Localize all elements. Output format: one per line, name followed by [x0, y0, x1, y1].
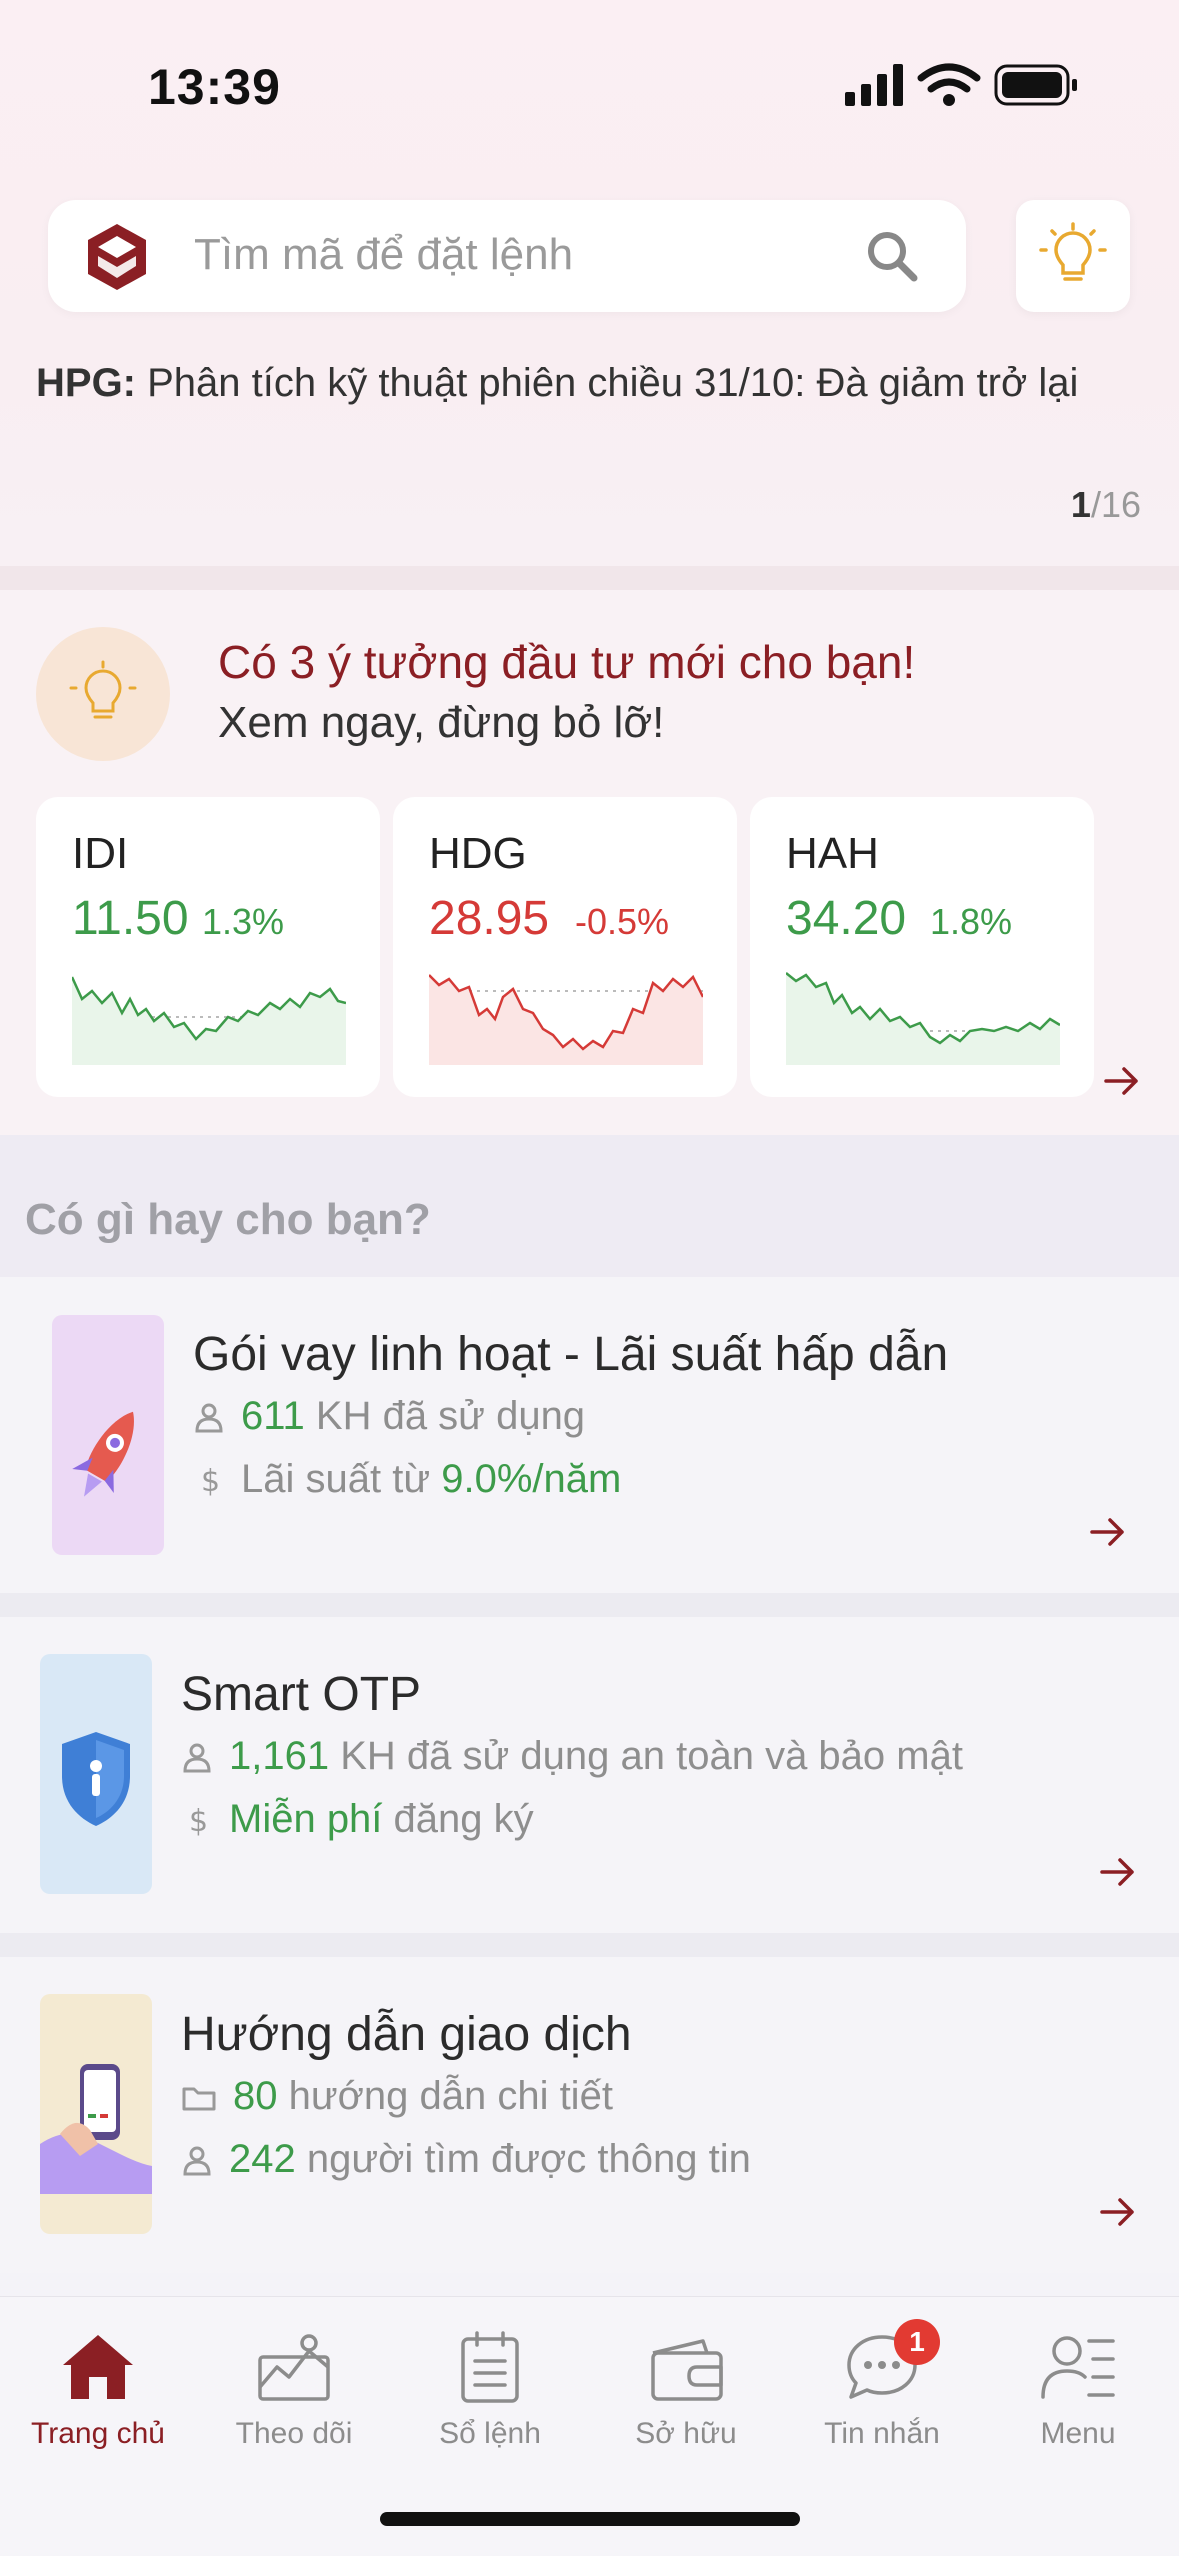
folder-icon: [182, 2087, 216, 2111]
search-bar[interactable]: Tìm mã để đặt lệnh: [48, 200, 966, 312]
signal-icon: [845, 64, 903, 106]
stock-change: -0.5%: [575, 901, 670, 942]
nav-item-order-book[interactable]: Sổ lệnh: [392, 2331, 588, 2481]
nav-label: Tin nhắn: [824, 2417, 940, 2450]
promo-rate-line: $ Lãi suất từ 9.0%/năm: [193, 1457, 621, 1502]
promo-users-count: 242: [229, 2137, 296, 2181]
sparkline-chart: [429, 974, 703, 1065]
rocket-icon: [52, 1315, 164, 1555]
suggestions-title: Có gì hay cho bạn?: [25, 1195, 431, 1244]
stock-code: IDI: [72, 829, 129, 878]
sparkline-chart: [786, 972, 1060, 1065]
ideas-title[interactable]: Có 3 ý tưởng đầu tư mới cho bạn!: [218, 635, 915, 689]
status-icons: [843, 62, 1083, 110]
user-icon: [183, 1743, 211, 1773]
stock-price: 34.20: [786, 892, 907, 945]
search-icon[interactable]: [862, 226, 922, 286]
order-book-icon: [461, 2331, 519, 2403]
stock-change: 1.8%: [930, 901, 1013, 942]
home-indicator: [380, 2512, 800, 2526]
nav-label: Trang chủ: [31, 2417, 165, 2450]
divider: [0, 566, 1179, 590]
phone-guide-icon: [40, 1994, 152, 2234]
stock-code: HDG: [429, 829, 527, 878]
arrow-right-icon[interactable]: [1100, 2197, 1136, 2232]
stock-price: 11.50: [72, 892, 189, 945]
divider: [0, 1593, 1179, 1617]
promo-guides-line: 80 hướng dẫn chi tiết: [181, 2074, 613, 2119]
promo-rate-value: 9.0%/năm: [441, 1457, 622, 1501]
news-title: Phân tích kỹ thuật phiên chiều 31/10: Đà…: [147, 361, 1079, 405]
promo-title: Hướng dẫn giao dịch: [181, 2008, 632, 2061]
shield-icon: [40, 1654, 152, 1894]
promo-fee-value: Miễn phí: [229, 1797, 383, 1841]
stock-card-hdg[interactable]: HDG 28.95 -0.5%: [393, 797, 737, 1097]
news-headline[interactable]: HPG: Phân tích kỹ thuật phiên chiều 31/1…: [36, 352, 1146, 414]
promo-card-loan[interactable]: Gói vay linh hoạt - Lãi suất hấp dẫn 611…: [0, 1277, 1179, 1593]
dollar-icon: $: [189, 1804, 208, 1839]
divider: [0, 1933, 1179, 1957]
dollar-icon: $: [201, 1464, 220, 1499]
ideas-subtitle: Xem ngay, đừng bỏ lỡ!: [218, 698, 665, 747]
nav-item-watchlist[interactable]: Theo dõi: [196, 2331, 392, 2481]
promo-fee-text: đăng ký: [382, 1797, 534, 1841]
nav-label: Sở hữu: [635, 2417, 737, 2450]
promo-guides-text: hướng dẫn chi tiết: [277, 2074, 613, 2118]
user-icon: [195, 1403, 223, 1433]
stock-change: 1.3%: [202, 901, 285, 942]
promo-users-count: 1,161: [229, 1734, 330, 1778]
nav-item-home[interactable]: Trang chủ: [0, 2331, 196, 2481]
promo-fee-line: $ Miễn phí đăng ký: [181, 1797, 534, 1842]
chart-icon: [258, 2334, 330, 2401]
promo-users-line: 1,161 KH đã sử dụng an toàn và bảo mật: [181, 1734, 963, 1779]
promo-card-smart-otp[interactable]: Smart OTP 1,161 KH đã sử dụng an toàn và…: [0, 1617, 1179, 1933]
promo-card-trading-guide[interactable]: Hướng dẫn giao dịch 80 hướng dẫn chi tiế…: [0, 1957, 1179, 2273]
idea-bulb-button[interactable]: [1016, 200, 1130, 312]
promo-users-text: KH đã sử dụng: [304, 1394, 586, 1438]
promo-users-line: 611 KH đã sử dụng: [193, 1394, 585, 1439]
idea-lightbulb-icon: [36, 627, 170, 761]
menu-icon: [1041, 2336, 1115, 2399]
nav-label: Theo dõi: [235, 2417, 353, 2450]
home-icon: [63, 2335, 133, 2399]
arrow-right-icon[interactable]: [1090, 1517, 1126, 1552]
investment-ideas-section: Có 3 ý tưởng đầu tư mới cho bạn! Xem nga…: [0, 590, 1179, 1135]
battery-icon: [994, 64, 1077, 106]
wallet-icon: [651, 2339, 723, 2401]
news-ticker: HPG:: [36, 361, 136, 405]
arrow-right-icon[interactable]: [1104, 1066, 1140, 1101]
stock-card-idi[interactable]: IDI 11.50 1.3%: [36, 797, 380, 1097]
status-time: 13:39: [148, 59, 281, 115]
promo-users-text: KH đã sử dụng an toàn và bảo mật: [329, 1734, 963, 1778]
nav-item-messages[interactable]: 1 Tin nhắn: [784, 2319, 980, 2481]
promo-users-text: người tìm được thông tin: [295, 2137, 751, 2181]
stock-code: HAH: [786, 829, 879, 878]
user-icon: [183, 2146, 211, 2176]
promo-title: Gói vay linh hoạt - Lãi suất hấp dẫn: [193, 1328, 949, 1381]
svg-text:$: $: [189, 1804, 208, 1836]
nav-item-portfolio[interactable]: Sở hữu: [588, 2331, 784, 2481]
stock-card-hah[interactable]: HAH 34.20 1.8%: [750, 797, 1094, 1097]
promo-guides-count: 80: [233, 2074, 278, 2118]
brand-logo-icon: [82, 222, 152, 292]
svg-text:$: $: [201, 1464, 220, 1496]
news-pagination: 1/16: [1071, 484, 1141, 526]
news-page-current: 1: [1070, 484, 1091, 525]
promo-title: Smart OTP: [181, 1668, 422, 1721]
promo-users-line: 242 người tìm được thông tin: [181, 2137, 751, 2182]
promo-rate-text: Lãi suất từ: [241, 1457, 442, 1501]
lightbulb-icon: [1039, 222, 1107, 281]
nav-label: Menu: [1040, 2417, 1116, 2450]
nav-label: Sổ lệnh: [439, 2417, 541, 2450]
search-input[interactable]: Tìm mã để đặt lệnh: [194, 230, 573, 280]
sparkline-chart: [72, 976, 346, 1065]
nav-item-menu[interactable]: Menu: [980, 2331, 1176, 2481]
arrow-right-icon[interactable]: [1100, 1857, 1136, 1892]
suggestions-header: Có gì hay cho bạn?: [0, 1135, 1179, 1277]
wifi-icon: [917, 63, 981, 93]
stock-price: 28.95: [429, 892, 550, 945]
promo-users-count: 611: [241, 1394, 305, 1438]
news-page-total: /16: [1090, 484, 1141, 525]
unread-badge: 1: [894, 2319, 940, 2365]
